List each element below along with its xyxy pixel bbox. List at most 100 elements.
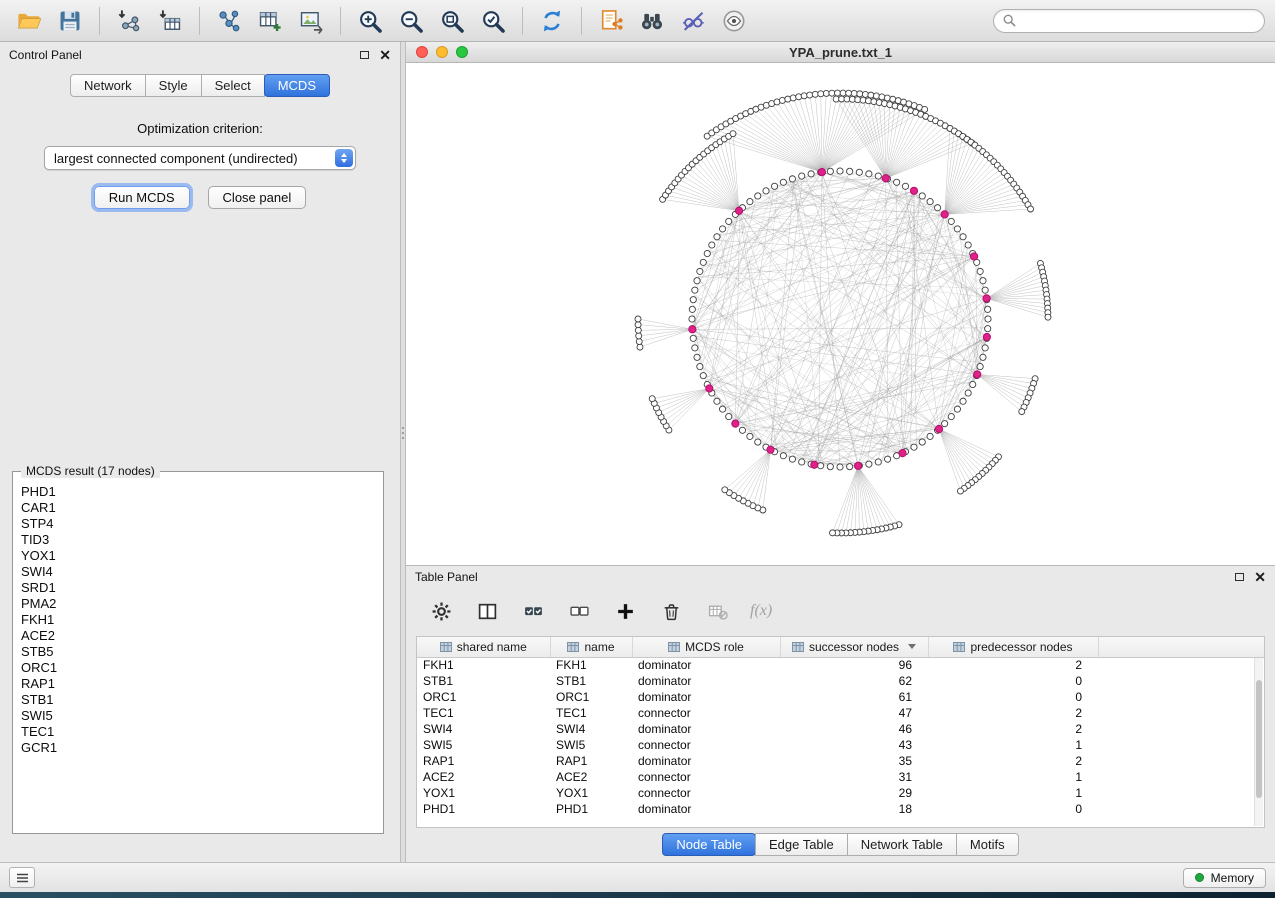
tab-edge-table[interactable]: Edge Table [755, 833, 848, 856]
column-header-name[interactable]: name [550, 637, 632, 657]
minimize-window-icon[interactable] [436, 46, 448, 58]
table-row[interactable]: FKH1FKH1dominator962 [417, 657, 1264, 673]
select-all-button[interactable] [520, 598, 546, 624]
close-panel-icon[interactable]: ✕ [379, 48, 391, 62]
mcds-result-item[interactable]: ORC1 [21, 660, 377, 676]
table-row[interactable]: RAP1RAP1dominator352 [417, 753, 1264, 769]
float-panel-icon[interactable] [360, 51, 369, 59]
control-panel-title: Control Panel [9, 48, 82, 62]
mcds-result-item[interactable]: PMA2 [21, 596, 377, 612]
refresh-button[interactable] [533, 4, 571, 38]
table-row[interactable]: STB1STB1dominator620 [417, 673, 1264, 689]
cell-shared-name: TEC1 [417, 705, 550, 721]
columns-button[interactable] [474, 598, 500, 624]
cell-successor-nodes: 35 [780, 753, 928, 769]
mcds-result-item[interactable]: SWI5 [21, 708, 377, 724]
new-table-button[interactable] [251, 4, 289, 38]
network-window: YPA_prune.txt_1 [406, 42, 1275, 565]
mcds-result-item[interactable]: RAP1 [21, 676, 377, 692]
close-window-icon[interactable] [416, 46, 428, 58]
mcds-result-list[interactable]: PHD1CAR1STP4TID3YOX1SWI4SRD1PMA2FKH1ACE2… [21, 484, 377, 827]
select-all-icon [523, 601, 544, 622]
tab-style[interactable]: Style [145, 74, 202, 97]
table-row[interactable]: ACE2ACE2connector311 [417, 769, 1264, 785]
cell-filler [1098, 657, 1264, 673]
zoom-check-button[interactable] [474, 4, 512, 38]
cell-successor-nodes: 18 [780, 801, 928, 817]
tab-network-table[interactable]: Network Table [847, 833, 957, 856]
table-row[interactable]: SWI5SWI5connector431 [417, 737, 1264, 753]
network-canvas[interactable] [406, 63, 1275, 564]
cell-name: ORC1 [550, 689, 632, 705]
close-panel-button[interactable]: Close panel [208, 186, 307, 209]
optimization-dropdown[interactable]: largest connected component (undirected) [44, 146, 356, 170]
column-label: shared name [457, 640, 527, 654]
toolbar-separator [199, 7, 200, 35]
close-table-panel-icon[interactable]: ✕ [1254, 570, 1266, 584]
zoom-fit-button[interactable] [433, 4, 471, 38]
import-table-icon [157, 8, 183, 34]
mcds-result-item[interactable]: GCR1 [21, 740, 377, 756]
save-button[interactable] [51, 4, 89, 38]
table-row[interactable]: ORC1ORC1dominator610 [417, 689, 1264, 705]
zoom-in-button[interactable] [351, 4, 389, 38]
mcds-result-item[interactable]: YOX1 [21, 548, 377, 564]
show-eye-button[interactable] [715, 4, 753, 38]
table-row[interactable]: TEC1TEC1connector472 [417, 705, 1264, 721]
hide-glasses-button[interactable] [674, 4, 712, 38]
maximize-window-icon[interactable] [456, 46, 468, 58]
mcds-result-item[interactable]: TEC1 [21, 724, 377, 740]
tab-network[interactable]: Network [70, 74, 146, 97]
import-table-button[interactable] [151, 4, 189, 38]
mcds-result-item[interactable]: STB1 [21, 692, 377, 708]
open-folder-button[interactable] [10, 4, 48, 38]
tab-mcds[interactable]: MCDS [264, 74, 330, 97]
table-row[interactable]: SWI4SWI4dominator462 [417, 721, 1264, 737]
sort-chevron-icon[interactable] [908, 644, 916, 649]
table-row[interactable]: PHD1PHD1dominator180 [417, 801, 1264, 817]
clear-table-button[interactable] [704, 598, 730, 624]
mcds-result-item[interactable]: PHD1 [21, 484, 377, 500]
control-panel: Control Panel ✕ NetworkStyleSelectMCDS O… [0, 42, 400, 862]
search-binoculars-button[interactable] [633, 4, 671, 38]
status-menu-button[interactable] [9, 867, 35, 888]
function-builder-button[interactable]: f(x) [750, 602, 772, 620]
search-input[interactable] [1022, 14, 1255, 28]
cell-MCDS-role: dominator [632, 673, 780, 689]
add-row-button[interactable] [612, 598, 638, 624]
share-document-button[interactable] [592, 4, 630, 38]
deselect-all-button[interactable] [566, 598, 592, 624]
table-scrollbar[interactable] [1254, 658, 1263, 826]
delete-row-button[interactable] [658, 598, 684, 624]
search-box[interactable] [993, 9, 1265, 33]
table-row[interactable]: YOX1YOX1connector291 [417, 785, 1264, 801]
import-network-button[interactable] [110, 4, 148, 38]
tab-node-table[interactable]: Node Table [662, 833, 756, 856]
mcds-result-item[interactable]: SWI4 [21, 564, 377, 580]
column-header-predecessor-nodes[interactable]: predecessor nodes [928, 637, 1098, 657]
tab-select[interactable]: Select [201, 74, 265, 97]
mcds-result-item[interactable]: ACE2 [21, 628, 377, 644]
cell-name: PHD1 [550, 801, 632, 817]
column-header-successor-nodes[interactable]: successor nodes [780, 637, 928, 657]
memory-button[interactable]: Memory [1183, 868, 1266, 888]
mcds-result-item[interactable]: STB5 [21, 644, 377, 660]
mcds-result-item[interactable]: TID3 [21, 532, 377, 548]
mcds-result-item[interactable]: STP4 [21, 516, 377, 532]
float-table-panel-icon[interactable] [1235, 573, 1244, 581]
new-network-button[interactable] [210, 4, 248, 38]
mcds-result-box: MCDS result (17 nodes) PHD1CAR1STP4TID3Y… [12, 471, 384, 834]
mcds-result-item[interactable]: CAR1 [21, 500, 377, 516]
column-header-shared-name[interactable]: shared name [417, 637, 550, 657]
export-image-button[interactable] [292, 4, 330, 38]
tab-motifs[interactable]: Motifs [956, 833, 1019, 856]
run-mcds-button[interactable]: Run MCDS [94, 186, 190, 209]
table-scrollbar-thumb[interactable] [1256, 680, 1262, 798]
column-header-MCDS-role[interactable]: MCDS role [632, 637, 780, 657]
gear-button[interactable] [428, 598, 454, 624]
cell-predecessor-nodes: 2 [928, 753, 1098, 769]
mcds-result-item[interactable]: SRD1 [21, 580, 377, 596]
mcds-result-item[interactable]: FKH1 [21, 612, 377, 628]
cell-filler [1098, 753, 1264, 769]
zoom-out-button[interactable] [392, 4, 430, 38]
